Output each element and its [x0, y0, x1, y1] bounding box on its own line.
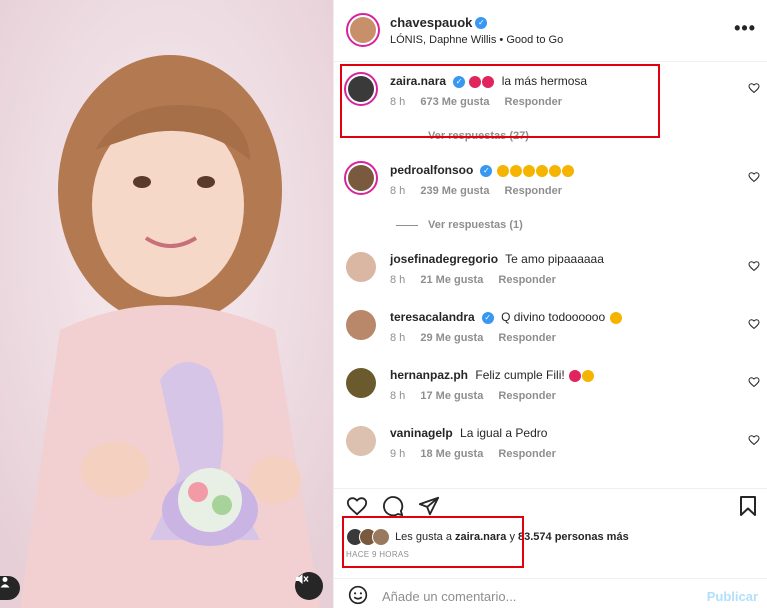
like-comment-heart-icon[interactable]	[748, 171, 760, 183]
like-comment-heart-icon[interactable]	[748, 82, 760, 94]
like-comment-heart-icon[interactable]	[748, 434, 760, 446]
instagram-post-view: chavespauok ✓ LÓNIS, Daphne Willis • Good…	[0, 0, 767, 608]
comment-item: josefinadegregorio Te amo pipaaaaaa 8 h …	[334, 252, 767, 302]
view-replies-link[interactable]: Ver respuestas (1)	[396, 219, 523, 231]
verified-badge-icon: ✓	[480, 164, 493, 177]
heart-eyes-emoji-icon	[561, 164, 574, 177]
publish-button[interactable]: Publicar	[707, 589, 758, 604]
like-comment-heart-icon[interactable]	[748, 260, 760, 272]
emoji-picker-icon[interactable]	[348, 585, 368, 605]
commenter-avatar[interactable]	[346, 368, 376, 398]
comment-text: vaninagelp La igual a Pedro	[390, 426, 548, 440]
author-username[interactable]: chavespauok ✓	[390, 14, 488, 30]
post-photo[interactable]	[0, 0, 333, 608]
audio-track[interactable]: LÓNIS, Daphne Willis • Good to Go	[390, 34, 563, 46]
comment-meta: 8 h 239 Me gusta Responder	[390, 185, 562, 197]
like-comment-heart-icon[interactable]	[748, 318, 760, 330]
comment-meta: 8 h 29 Me gusta Responder	[390, 332, 556, 344]
child-photo-illustration	[0, 0, 333, 608]
comment-item: pedroalfonsoo ✓ 8 h 239 Me gusta Responde…	[334, 161, 767, 233]
save-bookmark-icon[interactable]	[738, 495, 758, 517]
commenter-avatar[interactable]	[346, 426, 376, 456]
post-sidebar: chavespauok ✓ LÓNIS, Daphne Willis • Good…	[333, 0, 767, 608]
author-avatar[interactable]	[346, 13, 380, 47]
comment-item: teresacalandra ✓ Q divino todoooooo 8 h 2…	[334, 310, 767, 360]
commenter-avatar[interactable]	[344, 161, 378, 195]
comment-meta: 8 h 17 Me gusta Responder	[390, 390, 556, 402]
comment-meta: 9 h 18 Me gusta Responder	[390, 448, 556, 460]
comment-item: vaninagelp La igual a Pedro 9 h 18 Me gu…	[334, 426, 767, 476]
heart-eyes-emoji-icon	[509, 164, 522, 177]
heart-eyes-emoji-icon	[496, 164, 509, 177]
comment-text: teresacalandra ✓ Q divino todoooooo	[390, 310, 622, 324]
verified-badge-icon: ✓	[475, 17, 488, 30]
comment-item: hernanpaz.ph Feliz cumple Fili! 8 h 17 M…	[334, 368, 767, 418]
commenter-avatar[interactable]	[346, 252, 376, 282]
comment-text: pedroalfonsoo ✓	[390, 163, 574, 177]
post-header: chavespauok ✓ LÓNIS, Daphne Willis • Good…	[334, 0, 767, 62]
comment-text: josefinadegregorio Te amo pipaaaaaa	[390, 252, 604, 266]
heart-eyes-emoji-icon	[522, 164, 535, 177]
user-icon	[0, 577, 10, 588]
add-comment-bar: Añade un comentario... Publicar	[334, 578, 767, 608]
mute-button[interactable]	[295, 572, 323, 600]
highlight-box-top-comment	[340, 64, 660, 138]
like-heart-icon[interactable]	[346, 495, 368, 517]
highlight-box-likes	[342, 516, 524, 568]
verified-badge-icon: ✓	[481, 311, 494, 324]
comment-meta: 8 h 21 Me gusta Responder	[390, 274, 556, 286]
comment-text: hernanpaz.ph Feliz cumple Fili!	[390, 368, 595, 382]
speaker-muted-icon	[296, 574, 309, 584]
heart-eyes-emoji-icon	[582, 369, 595, 382]
heart-emoji-icon	[569, 369, 582, 382]
share-send-icon[interactable]	[418, 495, 440, 517]
add-comment-input[interactable]: Añade un comentario...	[382, 589, 516, 604]
party-popper-emoji-icon	[609, 311, 622, 324]
more-options-button[interactable]: •••	[734, 18, 756, 39]
like-comment-heart-icon[interactable]	[748, 376, 760, 388]
comment-bubble-icon[interactable]	[382, 495, 404, 517]
heart-eyes-emoji-icon	[548, 164, 561, 177]
heart-eyes-emoji-icon	[535, 164, 548, 177]
commenter-avatar[interactable]	[346, 310, 376, 340]
